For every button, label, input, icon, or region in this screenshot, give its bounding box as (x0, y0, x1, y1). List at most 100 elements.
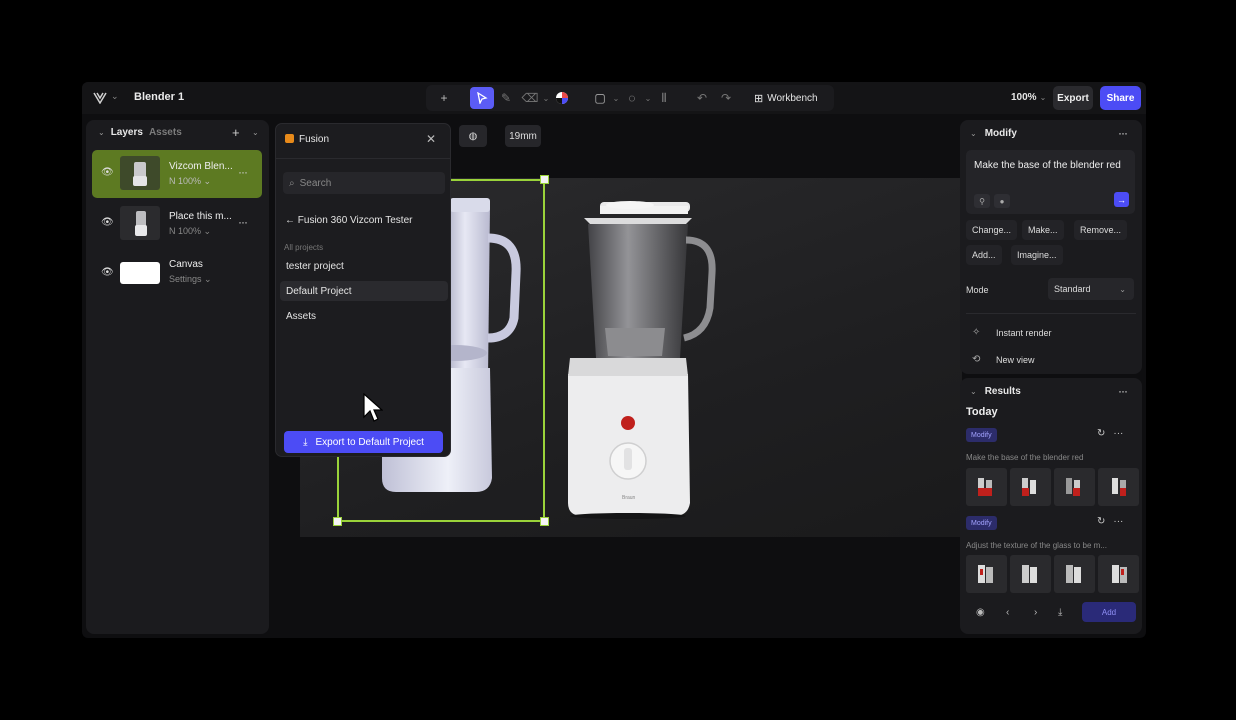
layer-opacity[interactable]: N 100% ⌄ (169, 176, 211, 187)
resize-handle[interactable] (333, 517, 342, 526)
more-icon[interactable]: ··· (1113, 428, 1123, 439)
results-header[interactable]: ⌄ Results (970, 386, 1021, 397)
add-layer-icon[interactable]: + (232, 125, 240, 140)
layer-thumbnail (120, 156, 160, 190)
top-bar: ⌄ Blender 1 + ✎ ⌫ ⌄ ▢ ⌄ ◌ ⌄ ⫴ ↶ ↷ ⊞ Work… (82, 82, 1146, 114)
modify-header[interactable]: ⌄ Modify (970, 128, 1017, 139)
select-tool-icon[interactable] (470, 87, 494, 109)
back-arrow-icon: ← (285, 215, 295, 226)
search-input[interactable]: ⌕ Search (283, 172, 445, 194)
workbench-button[interactable]: ⊞ Workbench (754, 92, 818, 105)
globe-icon[interactable]: ◍ (459, 125, 487, 147)
result-thumbnail[interactable] (966, 555, 1007, 593)
send-icon[interactable]: → (1114, 192, 1129, 207)
new-view-item[interactable]: ⟲ New view (972, 354, 1035, 365)
shape-tool-icon[interactable]: ▢ (588, 87, 612, 109)
app-window: ⌄ Blender 1 + ✎ ⌫ ⌄ ▢ ⌄ ◌ ⌄ ⫴ ↶ ↷ ⊞ Work… (82, 82, 1146, 638)
share-button[interactable]: Share (1100, 86, 1141, 110)
instant-render-item[interactable]: ✧ Instant render (972, 327, 1052, 338)
zoom-dropdown[interactable]: 100% ⌄ (1011, 92, 1046, 103)
export-to-project-button[interactable]: ⤓ Export to Default Project (284, 431, 443, 453)
prompt-input[interactable]: Make the base of the blender red ⚲ ● → (966, 150, 1135, 214)
result-thumbnail[interactable] (1010, 555, 1051, 593)
microphone-icon[interactable]: ● (994, 194, 1010, 208)
project-item[interactable]: Assets (280, 306, 448, 326)
fusion-logo-icon (285, 134, 294, 143)
chip-remove[interactable]: Remove... (1074, 220, 1128, 240)
chevron-down-icon[interactable]: ⌄ (612, 94, 620, 103)
chevron-left-icon[interactable]: ‹ (1006, 607, 1009, 618)
chevron-down-icon[interactable]: ⌄ (111, 91, 119, 102)
reference-image-icon[interactable]: ⚲ (974, 194, 990, 208)
layer-item[interactable]: 👁 Vizcom Blen... N 100% ⌄ ··· (92, 150, 262, 198)
color-picker-icon[interactable] (550, 87, 574, 109)
resize-handle[interactable] (540, 175, 549, 184)
undo-icon[interactable]: ↶ (690, 87, 714, 109)
more-icon[interactable]: ··· (1118, 384, 1128, 398)
size-value: 19mm (509, 130, 537, 142)
prompt-text: Make the base of the blender red (974, 160, 1121, 171)
tab-assets[interactable]: Assets (149, 127, 182, 138)
lasso-icon[interactable]: ◌ (620, 87, 644, 109)
eye-icon[interactable]: 👁 (101, 167, 114, 179)
layer-item[interactable]: 👁 Place this m... N 100% ⌄ ··· (92, 200, 262, 248)
divider (276, 158, 450, 159)
result-thumbnail[interactable] (1098, 468, 1139, 506)
result-thumbnails (966, 555, 1139, 593)
export-button[interactable]: Export (1053, 86, 1093, 110)
result-thumbnail[interactable] (966, 468, 1007, 506)
more-icon[interactable]: ··· (238, 215, 248, 229)
refresh-icon[interactable]: ↻ (1097, 516, 1105, 527)
chevron-right-icon[interactable]: › (1034, 607, 1037, 618)
mode-select[interactable]: Standard ⌄ (1048, 278, 1134, 300)
document-title[interactable]: Blender 1 (134, 91, 184, 103)
main-toolbar: + ✎ ⌫ ⌄ ▢ ⌄ ◌ ⌄ ⫴ ↶ ↷ ⊞ Workbench (426, 85, 834, 111)
svg-text:Braun: Braun (622, 495, 636, 501)
brush-icon[interactable]: ✎ (494, 87, 518, 109)
close-icon[interactable]: ✕ (426, 132, 436, 146)
size-field[interactable]: 19mm (505, 125, 541, 147)
download-icon[interactable]: ⤓ (1058, 607, 1062, 618)
add-icon[interactable]: + (432, 87, 456, 109)
chip-change[interactable]: Change... (966, 220, 1018, 240)
back-link[interactable]: ← Fusion 360 Vizcom Tester (285, 215, 412, 226)
chevron-down-icon: ⌄ (970, 387, 977, 396)
result-thumbnail[interactable] (1010, 468, 1051, 506)
eye-icon[interactable]: 👁 (101, 217, 114, 229)
layers-panel: ⌄ Layers Assets + ⌄ 👁 Vizcom Blen... N 1… (86, 120, 269, 634)
mirror-icon[interactable]: ⫴ (652, 87, 676, 109)
result-thumbnail[interactable] (1054, 468, 1095, 506)
layer-item[interactable]: 👁 Canvas Settings ⌄ (92, 250, 262, 298)
redo-icon[interactable]: ↷ (714, 87, 738, 109)
tab-layers[interactable]: Layers (111, 127, 143, 138)
chevron-down-icon[interactable]: ⌄ (252, 128, 259, 137)
modify-badge: Modify (966, 516, 997, 530)
chevron-down-icon[interactable]: ⌄ (98, 128, 105, 137)
chevron-down-icon[interactable]: ⌄ (542, 94, 550, 103)
layers-tabs: ⌄ Layers Assets (98, 127, 182, 138)
resize-handle[interactable] (540, 517, 549, 526)
more-icon[interactable]: ··· (1118, 126, 1128, 140)
layer-opacity[interactable]: N 100% ⌄ (169, 226, 211, 237)
more-icon[interactable]: ··· (1113, 516, 1123, 527)
chip-make[interactable]: Make... (1022, 220, 1064, 240)
project-item[interactable]: Default Project (280, 281, 448, 301)
result-thumbnail[interactable] (1054, 555, 1095, 593)
project-item[interactable]: tester project (280, 256, 448, 276)
more-icon[interactable]: ··· (238, 165, 248, 179)
result-thumbnails (966, 468, 1139, 506)
layer-settings[interactable]: Settings ⌄ (169, 274, 212, 285)
result-thumbnail[interactable] (1098, 555, 1139, 593)
eye-icon[interactable]: 👁 (101, 267, 114, 279)
modify-badge: Modify (966, 428, 997, 442)
eye-icon[interactable]: ◉ (976, 607, 985, 618)
eraser-icon[interactable]: ⌫ (518, 87, 542, 109)
layer-name: Place this m... (169, 211, 232, 222)
chip-imagine[interactable]: Imagine... (1011, 245, 1063, 265)
mouse-cursor-icon (363, 393, 383, 422)
logo-icon[interactable] (92, 90, 108, 106)
chevron-down-icon[interactable]: ⌄ (644, 94, 652, 103)
chip-add[interactable]: Add... (966, 245, 1002, 265)
add-button[interactable]: Add (1082, 602, 1136, 622)
refresh-icon[interactable]: ↻ (1097, 428, 1105, 439)
